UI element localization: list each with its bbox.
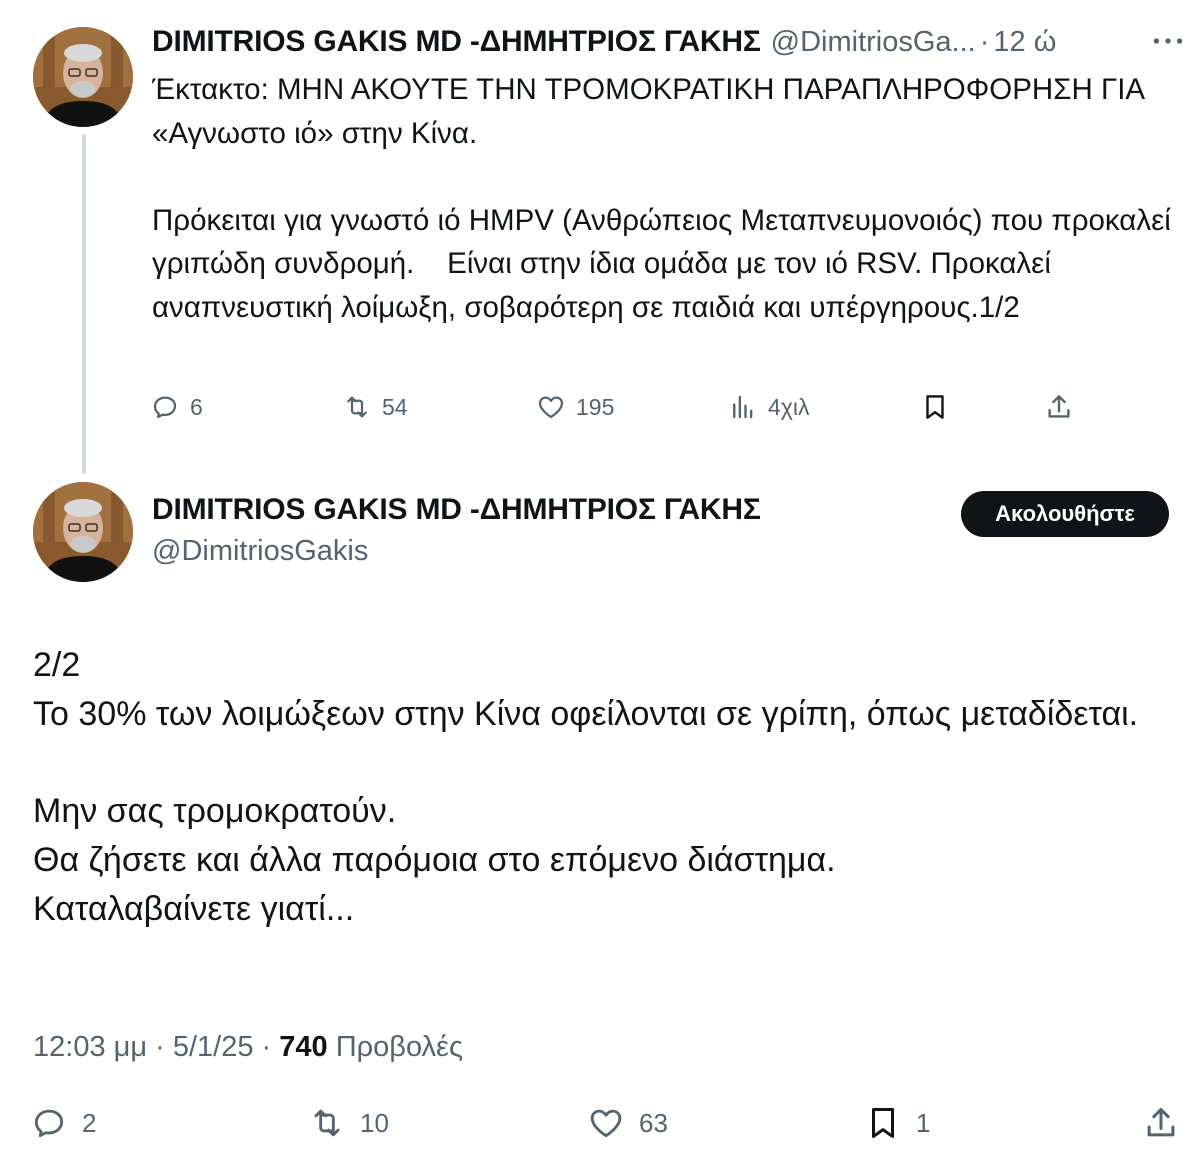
more-icon [1153,38,1183,44]
tweet-text: 2/2 Το 30% των λοιμώξεων στην Κίνα οφείλ… [33,646,1139,928]
reply-count: 2 [82,1107,97,1138]
repost-button[interactable]: 10 [308,1098,389,1148]
avatar[interactable] [33,482,133,582]
reply-count: 6 [190,393,203,420]
like-count: 63 [639,1107,668,1138]
tweet-date[interactable]: 5/1/25 [173,1031,254,1063]
author-name[interactable]: DIMITRIOS GAKIS MD -ΔΗΜΗΤΡΙΟΣ ΓΑΚΗΣ [152,493,761,527]
views-button[interactable]: 4χιλ [728,386,809,428]
repost-button[interactable]: 54 [342,386,408,428]
tweet-meta: 12:03 μμ · 5/1/25 · 740 Προβολές [33,1031,463,1064]
repost-count: 10 [360,1107,389,1138]
tweet-header: DIMITRIOS GAKIS MD -ΔΗΜΗΤΡΙΟΣ ΓΑΚΗΣ @Dim… [152,22,1192,62]
tweet-actions: 2 10 63 1 [30,1098,1180,1148]
views-icon [733,395,753,419]
separator-dot: · [261,1031,272,1063]
bookmark-icon [871,1108,895,1138]
avatar-photo [33,482,133,582]
separator-dot: · [979,25,990,58]
reply-icon [34,1109,64,1138]
more-options-button[interactable] [1150,26,1186,56]
share-button[interactable] [1142,1098,1180,1148]
heart-icon [538,396,564,419]
heart-icon [590,1109,622,1138]
views-count: 740 [279,1031,328,1063]
author-handle[interactable]: @DimitriosGakis [152,535,368,568]
bookmark-count: 1 [916,1107,931,1138]
author-name[interactable]: DIMITRIOS GAKIS MD -ΔΗΜΗΤΡΙΟΣ ΓΑΚΗΣ [152,25,761,59]
reply-button[interactable]: 2 [30,1098,96,1148]
tweet-time[interactable]: 12:03 μμ [33,1031,147,1063]
separator-dot: · [155,1031,165,1063]
follow-button[interactable]: Ακολουθήστε [961,491,1169,537]
tweet-text: Έκτακτο: ΜΗΝ ΑΚΟΥΤΕ ΤΗΝ ΤΡΟΜΟΚΡΑΤΙΚΗ ΠΑΡ… [152,73,1171,324]
bookmark-icon [926,395,944,419]
views-count: 4χιλ [768,393,810,420]
repost-count: 54 [382,393,408,420]
like-button[interactable]: 63 [587,1098,668,1148]
reply-icon [153,396,177,419]
tweet-thread: DIMITRIOS GAKIS MD -ΔΗΜΗΤΡΙΟΣ ΓΑΚΗΣ @Dim… [0,0,1202,1164]
share-button[interactable] [1044,386,1074,428]
repost-icon [347,396,367,418]
like-count: 195 [576,393,615,420]
author-handle[interactable]: @DimitriosGa... [771,26,976,59]
avatar[interactable] [33,27,133,127]
tweet-actions: 6 54 195 4χιλ [150,386,1090,428]
views-label: Προβολές [335,1031,463,1063]
bookmark-button[interactable] [920,386,950,428]
avatar-photo [33,27,133,127]
share-icon [1147,1108,1175,1137]
like-button[interactable]: 195 [536,386,614,428]
share-icon [1048,395,1070,418]
tweet-time[interactable]: 12 ώ [993,26,1056,59]
bookmark-button[interactable]: 1 [864,1098,930,1148]
thread-connector-line [82,134,86,474]
reply-button[interactable]: 6 [150,386,203,428]
repost-icon [314,1109,340,1137]
